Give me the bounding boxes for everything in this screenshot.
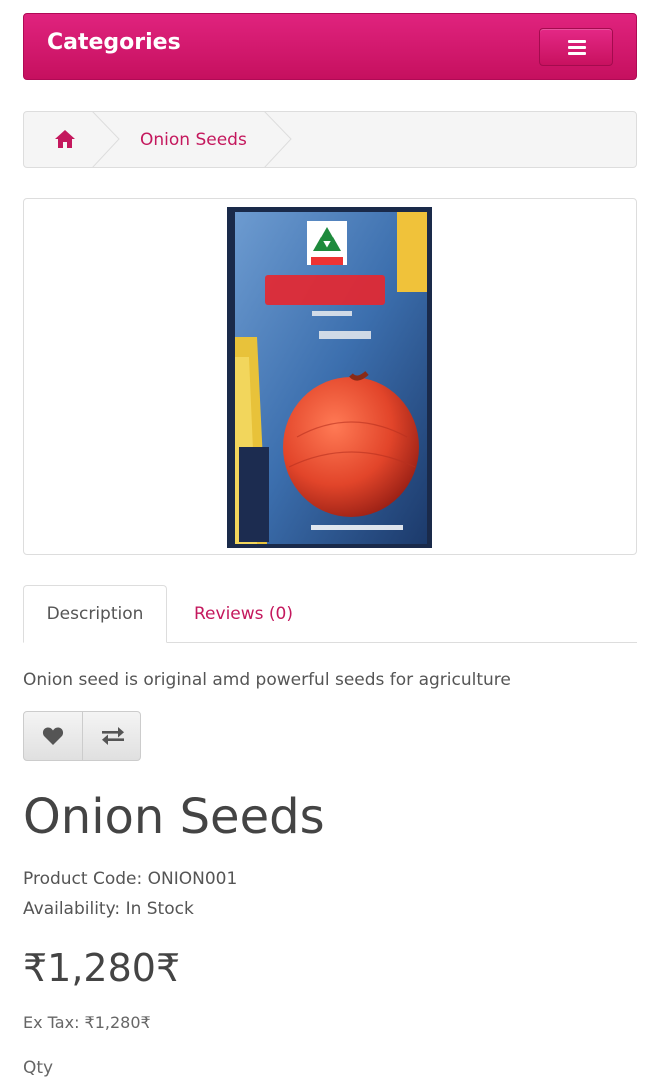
breadcrumb-separator <box>264 112 292 167</box>
product-image-frame <box>23 198 637 555</box>
product-code-line: Product Code: ONION001 <box>23 864 637 894</box>
tab-reviews[interactable]: Reviews (0) <box>194 585 293 643</box>
menu-toggle-button[interactable] <box>539 28 613 66</box>
breadcrumb: Onion Seeds <box>23 111 637 168</box>
ex-tax-label: Ex Tax: <box>23 1013 80 1032</box>
ex-tax-value: ₹1,280₹ <box>84 1013 151 1032</box>
heart-icon <box>42 726 64 750</box>
qty-label: Qty <box>23 1058 54 1078</box>
product-image[interactable] <box>227 207 432 548</box>
category-menu-bar: Categories <box>23 13 637 80</box>
availability-line: Availability: In Stock <box>23 894 637 924</box>
breadcrumb-separator <box>92 112 120 167</box>
product-tabs: Description Reviews (0) <box>23 585 637 643</box>
product-code-value: ONION001 <box>147 869 238 889</box>
wishlist-compare-group <box>23 711 141 761</box>
add-to-wishlist-button[interactable] <box>24 712 82 760</box>
availability-label: Availability: <box>23 899 121 919</box>
product-price: ₹1,280₹ <box>23 946 181 990</box>
product-title: Onion Seeds <box>23 789 325 845</box>
product-description: Onion seed is original amd powerful seed… <box>23 670 511 690</box>
product-code-label: Product Code: <box>23 869 143 889</box>
product-meta: Product Code: ONION001 Availability: In … <box>23 864 637 924</box>
home-icon[interactable] <box>54 129 76 153</box>
categories-title: Categories <box>47 30 181 55</box>
compare-button[interactable] <box>81 712 141 760</box>
availability-value: In Stock <box>125 899 194 919</box>
tab-description[interactable]: Description <box>23 585 167 643</box>
ex-tax-line: Ex Tax: ₹1,280₹ <box>23 1013 637 1032</box>
breadcrumb-item-onion-seeds[interactable]: Onion Seeds <box>140 130 247 150</box>
exchange-icon <box>101 727 125 749</box>
